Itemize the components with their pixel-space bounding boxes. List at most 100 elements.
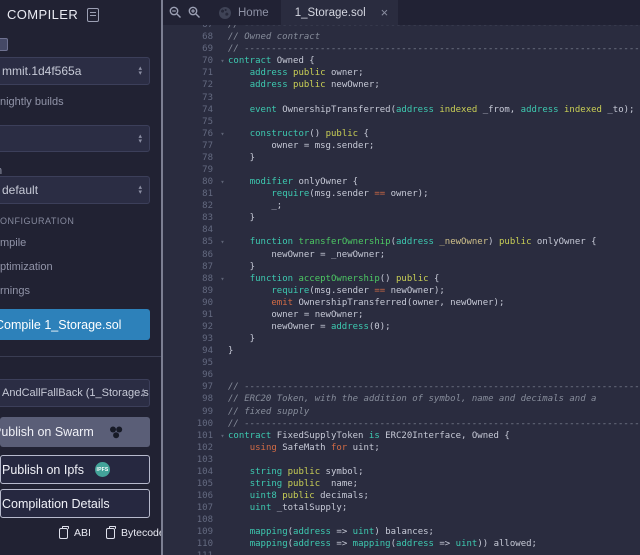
code-line[interactable]: 102 using SafeMath for uint; [163,442,640,454]
fold-arrow-icon[interactable]: ▾ [217,432,228,440]
code-line[interactable]: 88▾ function acceptOwnership() public { [163,273,640,285]
code-line[interactable]: 74 event OwnershipTransferred(address in… [163,104,640,116]
line-number: 107 [163,503,217,513]
code-line[interactable]: 109 mapping(address => uint) balances; [163,526,640,538]
publish-ipfs-label: Publish on Ipfs [2,463,84,477]
code-line[interactable]: 83 } [163,212,640,224]
line-number: 108 [163,515,217,525]
line-number: 89 [163,286,217,296]
code-line[interactable]: 72 address public newOwner; [163,79,640,91]
abi-copy-button[interactable]: ABI [74,527,91,539]
code-line[interactable]: 77 owner = msg.sender; [163,140,640,152]
code-line[interactable]: 111 [163,550,640,555]
copy-icon [59,528,68,539]
select-arrows-icon [138,185,142,195]
code-line[interactable]: 91 owner = newOwner; [163,309,640,321]
code-line[interactable]: 75 [163,116,640,128]
code-line[interactable]: 107 uint _totalSupply; [163,502,640,514]
code-line[interactable]: 84 [163,224,640,236]
code-line[interactable]: 71 address public owner; [163,67,640,79]
code-line[interactable]: 103 [163,454,640,466]
code-line[interactable]: 68// Owned contract [163,31,640,43]
code-line[interactable]: 95 [163,357,640,369]
line-number: 76 [163,129,217,139]
contract-select[interactable]: AndCallFallBack (1_Storage.s [0,379,150,407]
line-number: 75 [163,117,217,127]
fold-arrow-icon[interactable]: ▾ [217,130,228,138]
fold-arrow-icon[interactable]: ▾ [217,178,228,186]
code-line[interactable]: 93 } [163,333,640,345]
select-arrows-icon [138,134,142,144]
code-line[interactable]: 108 [163,514,640,526]
line-number: 87 [163,262,217,272]
code-line[interactable]: 86 newOwner = _newOwner; [163,248,640,260]
auto-compile-label[interactable]: mpile [0,237,26,249]
line-number: 72 [163,80,217,90]
tab-home[interactable]: Home [207,0,281,25]
code-line[interactable]: 69// -----------------------------------… [163,43,640,55]
code-line[interactable]: 104 string public symbol; [163,466,640,478]
code-line[interactable]: 85▾ function transferOwnership(address _… [163,236,640,248]
code-line[interactable]: 81 require(msg.sender == owner); [163,188,640,200]
publish-on-swarm-button[interactable]: Publish on Swarm [0,417,150,447]
code-line[interactable]: 106 uint8 public decimals; [163,490,640,502]
bytecode-copy-button[interactable]: Bytecode [121,527,161,539]
code-area[interactable]: 67// -----------------------------------… [163,25,640,555]
home-tab-label: Home [238,7,269,19]
line-number: 81 [163,189,217,199]
tab-1-storage-sol[interactable]: 1_Storage.sol [281,0,399,25]
line-number: 88 [163,274,217,284]
editor-tabbar: Home 1_Storage.sol [163,0,640,25]
code-line[interactable]: 76▾ constructor() public { [163,128,640,140]
code-line[interactable]: 94} [163,345,640,357]
zoom-in-icon[interactable] [188,6,201,19]
evm-version-select[interactable]: default [0,176,150,204]
line-number: 79 [163,165,217,175]
code-line[interactable]: 82 _; [163,200,640,212]
documentation-icon[interactable] [87,8,99,22]
fold-arrow-icon[interactable]: ▾ [217,57,228,65]
code-line[interactable]: 73 [163,91,640,103]
line-number: 90 [163,298,217,308]
compile-button[interactable]: Compile 1_Storage.sol [0,309,150,340]
code-line[interactable]: 92 newOwner = address(0); [163,321,640,333]
abi-bytecode-row: ABI Bytecode [59,527,161,539]
enable-optimization-label[interactable]: ptimization [0,261,53,273]
line-number: 106 [163,491,217,501]
code-line[interactable]: 79 [163,164,640,176]
code-line[interactable]: 100// ----------------------------------… [163,418,640,430]
line-number: 98 [163,394,217,404]
publish-on-ipfs-button[interactable]: Publish on Ipfs IPFS [0,455,150,484]
hide-warnings-label[interactable]: rnings [0,285,30,297]
code-line[interactable]: 98// ERC20 Token, with the addition of s… [163,393,640,405]
fold-arrow-icon[interactable]: ▾ [217,238,228,246]
code-line[interactable]: 90 emit OwnershipTransferred(owner, newO… [163,297,640,309]
code-line[interactable]: 78 } [163,152,640,164]
code-line[interactable]: 97// -----------------------------------… [163,381,640,393]
line-number: 95 [163,358,217,368]
code-line[interactable]: 110 mapping(address => mapping(address =… [163,538,640,550]
select-arrows-icon [141,388,145,398]
code-line[interactable]: 96 [163,369,640,381]
code-line[interactable]: 80▾ modifier onlyOwner { [163,176,640,188]
code-line[interactable]: 70▾contract Owned { [163,55,640,67]
compiler-configuration-heading: ONFIGURATION [0,216,74,226]
code-line[interactable]: 87 } [163,261,640,273]
language-select[interactable] [0,125,150,152]
line-number: 67 [163,25,217,30]
code-line[interactable]: 101▾contract FixedSupplyToken is ERC20In… [163,430,640,442]
remix-logo-icon [219,7,231,19]
line-number: 103 [163,455,217,465]
line-number: 100 [163,419,217,429]
zoom-out-icon[interactable] [169,6,182,19]
compiler-label-icon [0,38,8,51]
code-line[interactable]: 89 require(msg.sender == newOwner); [163,285,640,297]
code-line[interactable]: 105 string public name; [163,478,640,490]
code-line[interactable]: 99// fixed supply [163,406,640,418]
close-tab-icon[interactable] [381,6,389,19]
compiler-version-select[interactable]: mmit.1d4f565a [0,57,150,85]
compilation-details-button[interactable]: Compilation Details [0,489,150,518]
evm-version-value: default [2,183,38,197]
fold-arrow-icon[interactable]: ▾ [217,275,228,283]
line-number: 104 [163,467,217,477]
